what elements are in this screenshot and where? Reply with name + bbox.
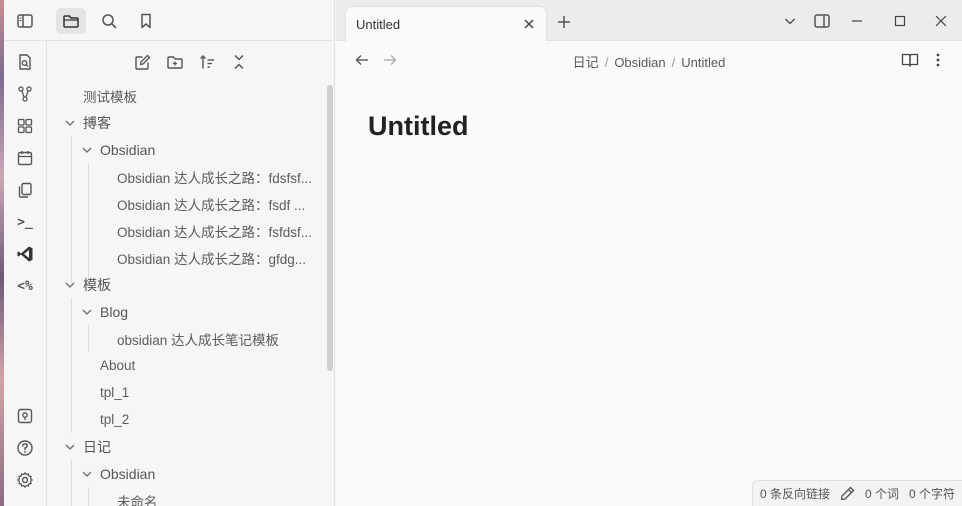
tree-item-folder[interactable]: Obsidian [80, 136, 155, 163]
indent-guide [88, 163, 89, 284]
help-icon[interactable] [14, 437, 36, 459]
minimize-icon[interactable] [846, 10, 868, 32]
graph-view-icon[interactable] [14, 83, 36, 105]
indent-guide [88, 325, 89, 352]
collapse-all-icon[interactable] [226, 49, 252, 75]
tree-item-file[interactable]: tpl_2 [100, 406, 129, 433]
more-options-icon[interactable] [928, 50, 948, 70]
breadcrumb: 日记 / Obsidian / Untitled [336, 52, 962, 71]
chevron-down-icon[interactable] [779, 10, 801, 32]
maximize-icon[interactable] [889, 10, 911, 32]
templater-glyph: <% [17, 278, 33, 294]
command-palette-icon[interactable]: >_ [14, 211, 36, 233]
tree-item-file[interactable]: 未命名 [117, 487, 158, 506]
tree-item-folder[interactable]: Obsidian [80, 460, 155, 487]
close-icon[interactable] [520, 15, 538, 33]
tree-item-label: 模板 [83, 276, 111, 293]
backlinks-count[interactable]: 0 条反向链接 [760, 485, 830, 502]
close-window-icon[interactable] [930, 10, 952, 32]
left-sidebar-header [4, 0, 335, 41]
vault-switcher-icon[interactable] [14, 405, 36, 427]
sort-icon[interactable] [194, 49, 220, 75]
search-icon[interactable] [94, 8, 124, 34]
sidebar-toggle-icon[interactable] [10, 8, 40, 34]
right-sidebar-toggle-icon[interactable] [811, 10, 833, 32]
tree-item-label: tpl_2 [100, 412, 130, 427]
status-bar: 0 条反向链接 0 个词 0 个字符 [751, 480, 962, 506]
settings-icon[interactable] [14, 469, 36, 491]
tree-item-label: Obsidian 达人成长之路：fdsfsf... [117, 170, 313, 186]
tree-item-folder[interactable]: Blog [80, 298, 128, 325]
tree-item-label: About [100, 358, 136, 373]
tree-item-label: 测试模板 [83, 89, 137, 105]
chevron-down-icon [82, 470, 92, 477]
edit-pencil-icon[interactable] [840, 486, 855, 501]
tree-item-file[interactable]: 测试模板 [83, 82, 137, 109]
canvas-icon[interactable] [14, 115, 36, 137]
tab-title: Untitled [356, 17, 401, 32]
chevron-down-icon [65, 119, 75, 126]
tree-item-file[interactable]: Obsidian 达人成长之路：fdsfsf... [117, 163, 312, 190]
char-count: 0 个字符 [908, 487, 955, 501]
indent-guide [88, 487, 89, 506]
left-ribbon: >_ <% [4, 41, 47, 506]
bookmark-icon[interactable] [131, 8, 161, 34]
breadcrumb-item[interactable]: 日记 [573, 55, 599, 70]
new-tab-icon[interactable] [554, 12, 574, 32]
tree-item-folder[interactable]: 模板 [63, 271, 111, 298]
breadcrumb-item[interactable]: Obsidian [614, 55, 665, 70]
tab-bar: Untitled [336, 0, 962, 41]
chevron-down-icon [65, 281, 75, 288]
breadcrumb-item[interactable]: Untitled [681, 55, 725, 70]
tree-item-file[interactable]: tpl_1 [100, 379, 129, 406]
open-quick-switcher-icon[interactable] [14, 51, 36, 73]
new-folder-icon[interactable] [162, 49, 188, 75]
indent-guide [71, 460, 72, 506]
tree-item-label: Obsidian 达人成长之路：fsfdsf... [117, 224, 313, 240]
tree-item-label: 搏客 [83, 114, 111, 131]
tree-item-file[interactable]: Obsidian 达人成长之路：fsfdsf... [117, 217, 312, 244]
word-count: 0 个词 [864, 487, 899, 501]
tree-item-label: 日记 [83, 438, 111, 455]
file-explorer-toolbar [47, 49, 334, 75]
templates-icon[interactable] [14, 179, 36, 201]
tree-item-label: Blog [100, 303, 129, 320]
tree-item-label: tpl_1 [100, 385, 130, 400]
breadcrumb-separator: / [604, 55, 609, 70]
new-note-icon[interactable] [130, 49, 156, 75]
chevron-down-icon [82, 146, 92, 153]
file-explorer-scrollbar[interactable] [327, 85, 333, 371]
tree-item-label: Obsidian 达人成长之路：gfdg... [117, 251, 307, 267]
tab-untitled[interactable]: Untitled [345, 6, 547, 41]
tree-item-label: Obsidian [100, 465, 156, 482]
tree-item-label: obsidian 达人成长笔记模板 [117, 332, 280, 348]
tree-item-folder[interactable]: 搏客 [63, 109, 111, 136]
tree-item-file[interactable]: obsidian 达人成长笔记模板 [117, 325, 279, 352]
templater-icon[interactable]: <% [14, 275, 36, 297]
vscode-icon[interactable] [14, 243, 36, 265]
breadcrumb-separator: / [671, 55, 676, 70]
tree-item-label: Obsidian 达人成长之路：fsdf ... [117, 197, 306, 213]
indent-guide [71, 298, 72, 433]
tree-item-file[interactable]: Obsidian 达人成长之路：gfdg... [117, 244, 306, 271]
note-title[interactable]: Untitled [368, 111, 469, 142]
tree-item-file[interactable]: Obsidian 达人成长之路：fsdf ... [117, 190, 305, 217]
tree-item-label: 未命名 [117, 494, 158, 506]
editor-pane: 日记 / Obsidian / Untitled Untitled 0 条反向链接 0 … [336, 41, 962, 506]
tree-item-file[interactable]: About [100, 352, 135, 379]
chevron-down-icon [82, 308, 92, 315]
folder-icon[interactable] [56, 8, 86, 34]
tree-item-label: Obsidian [100, 141, 156, 158]
tree-item-folder[interactable]: 日记 [63, 433, 111, 460]
calendar-icon[interactable] [14, 147, 36, 169]
terminal-glyph: >_ [17, 214, 33, 230]
file-explorer: 测试模板 搏客 Obsidian Obsidian 达人成长之路：fdsfsf.… [47, 41, 335, 506]
indent-guide [71, 136, 72, 284]
chevron-down-icon [65, 443, 75, 450]
reading-view-icon[interactable] [900, 50, 920, 70]
